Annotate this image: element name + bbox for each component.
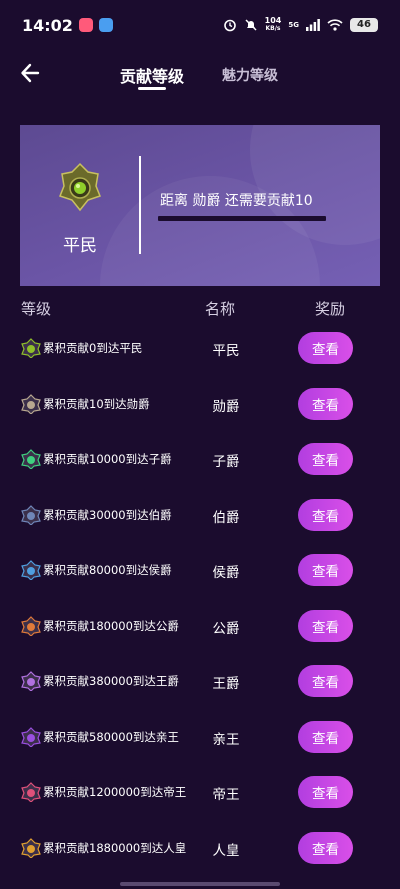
table-row: 累积贡献1200000到达帝王 帝王 查看 — [0, 764, 400, 820]
level-badge-icon — [21, 615, 41, 636]
home-indicator — [120, 882, 280, 886]
level-badge-icon — [59, 162, 101, 212]
level-name: 勋爵 — [212, 398, 240, 415]
tab-contribution-level[interactable]: 贡献等级 — [120, 63, 184, 87]
view-reward-button[interactable]: 查看 — [298, 498, 353, 531]
mute-icon — [245, 19, 257, 31]
table-row: 累积贡献380000到达王爵 王爵 查看 — [0, 653, 400, 709]
column-header-name: 名称 — [205, 300, 236, 318]
table-row: 累积贡献1880000到达人皇 人皇 查看 — [0, 820, 400, 876]
card-divider — [139, 156, 141, 254]
wifi-icon — [327, 19, 343, 31]
table-row: 累积贡献180000到达公爵 公爵 查看 — [0, 598, 400, 654]
arrow-left-icon[interactable] — [18, 60, 44, 86]
view-reward-button[interactable]: 查看 — [298, 609, 353, 642]
level-requirement: 累积贡献180000到达公爵 — [43, 618, 179, 633]
level-requirement: 累积贡献580000到达亲王 — [43, 729, 179, 744]
view-reward-button[interactable]: 查看 — [298, 554, 353, 586]
view-reward-button[interactable]: 查看 — [298, 720, 353, 753]
table-row: 累积贡献80000到达侯爵 侯爵 查看 — [0, 542, 400, 598]
level-requirement: 累积贡献1880000到达人皇 — [43, 840, 187, 855]
progress-text: 距离 勋爵 还需要贡献10 — [160, 193, 313, 209]
table-row: 累积贡献10到达勋爵 勋爵 查看 — [0, 376, 400, 432]
view-reward-button[interactable]: 查看 — [298, 665, 353, 697]
level-name: 侯爵 — [212, 565, 240, 581]
level-requirement: 累积贡献0到达平民 — [43, 341, 143, 355]
table-row: 累积贡献580000到达亲王 亲王 查看 — [0, 709, 400, 765]
level-name: 公爵 — [212, 620, 240, 637]
page-header: 贡献等级 魅力等级 — [0, 50, 400, 98]
current-level-card: 平民 距离 勋爵 还需要贡献10 — [20, 125, 380, 286]
level-name: 平民 — [212, 343, 240, 359]
level-badge-icon — [21, 504, 41, 525]
level-table-header: 等级 名称 奖励 — [0, 296, 400, 320]
level-badge-icon — [21, 560, 41, 580]
level-list: 累积贡献0到达平民 平民 查看 累积贡献10到达勋爵 勋爵 查看 累积贡献10000到达子爵… — [0, 320, 400, 875]
view-reward-button[interactable]: 查看 — [298, 443, 353, 475]
level-badge-icon — [21, 671, 41, 691]
view-reward-button[interactable]: 查看 — [298, 831, 353, 864]
column-header-reward: 奖励 — [315, 300, 346, 318]
level-badge-icon — [21, 393, 41, 414]
table-row: 累积贡献0到达平民 平民 查看 — [0, 320, 400, 376]
table-row: 累积贡献10000到达子爵 子爵 查看 — [0, 431, 400, 487]
message-notification-icon — [98, 18, 113, 32]
level-name: 王爵 — [212, 676, 240, 692]
progress-bar — [158, 216, 326, 221]
level-badge-icon — [21, 449, 41, 469]
column-header-level: 等级 — [21, 300, 52, 318]
network-speed: 104 KB/s — [264, 16, 282, 33]
level-requirement: 累积贡献1200000到达帝王 — [43, 785, 187, 799]
level-requirement: 累积贡献30000到达伯爵 — [43, 507, 172, 522]
tab-charm-level[interactable]: 魅力等级 — [222, 65, 278, 85]
level-requirement: 累积贡献80000到达侯爵 — [43, 563, 172, 577]
status-time: 14:02 — [22, 15, 73, 35]
status-bar: 14:02 104 KB/s 5G 46 — [0, 0, 400, 50]
level-badge-icon — [21, 726, 41, 747]
level-name: 亲王 — [212, 731, 240, 748]
view-reward-button[interactable]: 查看 — [298, 332, 353, 364]
alarm-icon — [223, 19, 236, 32]
level-badge-icon — [21, 782, 41, 802]
signal-icon — [306, 19, 320, 31]
view-reward-button[interactable]: 查看 — [298, 387, 353, 420]
app-notification-icon — [78, 18, 93, 32]
active-tab-indicator — [138, 87, 166, 90]
battery-indicator: 46 — [350, 18, 378, 32]
table-row: 累积贡献30000到达伯爵 伯爵 查看 — [0, 487, 400, 543]
network-type: 5G — [288, 21, 299, 29]
level-name: 伯爵 — [212, 509, 240, 526]
current-level-name: 平民 — [63, 236, 97, 256]
level-name: 帝王 — [212, 787, 240, 803]
level-requirement: 累积贡献10000到达子爵 — [43, 452, 172, 466]
level-requirement: 累积贡献10到达勋爵 — [43, 396, 150, 411]
level-badge-icon — [21, 837, 41, 858]
level-requirement: 累积贡献380000到达王爵 — [43, 674, 179, 688]
level-name: 人皇 — [212, 842, 240, 859]
view-reward-button[interactable]: 查看 — [298, 776, 353, 808]
level-name: 子爵 — [212, 454, 240, 470]
level-badge-icon — [21, 338, 41, 358]
